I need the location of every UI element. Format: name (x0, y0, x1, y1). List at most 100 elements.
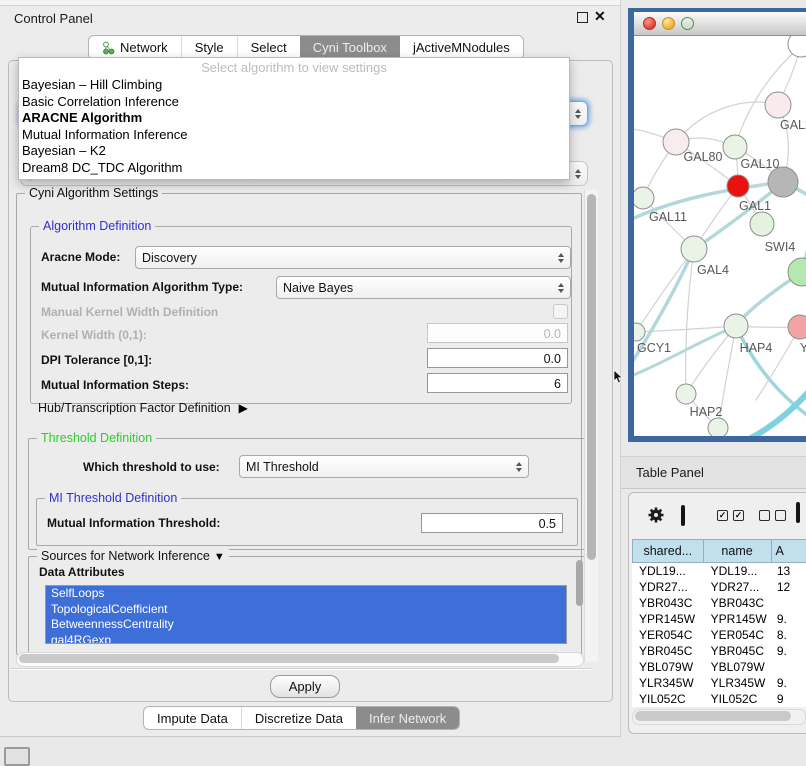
cell-name[interactable]: YLR345W (704, 675, 772, 691)
node-hap2[interactable] (676, 384, 696, 404)
table-row[interactable]: YIL052C YIL052C 9 (632, 691, 806, 707)
tab[interactable]: Network (89, 36, 181, 59)
cell-shared-name[interactable]: YBR045C (632, 643, 704, 659)
mi-threshold-field[interactable]: 0.5 (421, 513, 563, 533)
apply-button[interactable]: Apply (270, 675, 340, 698)
node-gal11[interactable] (634, 187, 654, 209)
aracne-mode-combobox[interactable]: Discovery (135, 246, 571, 269)
network-window-titlebar[interactable] (634, 12, 806, 36)
cell-shared-name[interactable]: YPR145W (632, 611, 704, 627)
hub-definition-toggle[interactable]: Hub/Transcription Factor Definition ▶ (38, 401, 248, 415)
dropdown-item[interactable]: Dream8 DC_TDC Algorithm (19, 160, 569, 177)
node-green-left[interactable] (634, 323, 645, 341)
kernel-width-field[interactable]: 0.0 (427, 323, 568, 343)
deselect-all-checkboxes-icon[interactable] (759, 510, 786, 521)
cell-name[interactable]: YER054C (704, 627, 772, 643)
tab[interactable]: Infer Network (356, 707, 459, 729)
mi-algorithm-type-combobox[interactable]: Naive Bayes (276, 276, 571, 299)
dropdown-item[interactable]: Bayesian – K2 (19, 143, 569, 160)
cell-shared-name[interactable]: YDR27... (632, 579, 704, 595)
cell-value[interactable]: 8. (772, 627, 806, 643)
cell-name[interactable]: YDL19... (704, 563, 772, 579)
network-canvas[interactable]: GAL2GAL80GAL10GAL1GAL11GAL4SWI4GCY1HAP4Y… (634, 36, 806, 436)
close-traffic-light[interactable] (643, 17, 656, 30)
threshold-combobox[interactable]: MI Threshold (239, 455, 529, 478)
cell-name[interactable]: YBL079W (704, 659, 772, 675)
cell-name[interactable]: YBR045C (704, 643, 772, 659)
dropdown-item[interactable]: Basic Correlation Inference (19, 94, 569, 111)
node-gal4[interactable] (681, 236, 707, 262)
tab[interactable]: Cyni Toolbox (300, 36, 400, 59)
dpi-tolerance-field[interactable]: 0.0 (427, 348, 568, 368)
scrollbar-thumb[interactable] (587, 194, 596, 560)
minimize-traffic-light[interactable] (662, 17, 675, 30)
cell-shared-name[interactable]: YBR043C (632, 595, 704, 611)
tab[interactable]: Impute Data (144, 707, 241, 729)
node-gray[interactable] (768, 167, 798, 197)
column-header[interactable]: A (772, 539, 806, 563)
mi-steps-field[interactable]: 6 (427, 373, 568, 393)
node-green-mid[interactable] (750, 212, 774, 236)
table-row[interactable]: YDL19... YDL19... 13 (632, 563, 806, 579)
dropdown-item[interactable]: ARACNE Algorithm (19, 110, 569, 127)
cell-name[interactable]: YBR043C (704, 595, 772, 611)
tab[interactable]: Discretize Data (241, 707, 356, 729)
column-header[interactable]: shared... (632, 539, 704, 563)
cell-value[interactable]: 9. (772, 643, 806, 659)
tab[interactable]: Style (181, 36, 237, 59)
node-top[interactable] (788, 36, 806, 57)
cell-shared-name[interactable]: YIL052C (632, 691, 704, 707)
table-row[interactable]: YPR145W YPR145W 9. (632, 611, 806, 627)
node-gal2[interactable] (765, 92, 791, 118)
node-salmon[interactable] (788, 315, 806, 339)
settings-vertical-scrollbar[interactable] (584, 190, 598, 662)
list-item[interactable]: TopologicalCoefficient (46, 602, 566, 618)
scrollbar-thumb[interactable] (19, 654, 559, 663)
dropdown-item[interactable]: Mutual Information Inference (19, 127, 569, 144)
table-horizontal-scrollbar[interactable] (632, 709, 806, 725)
cell-value[interactable] (772, 595, 806, 611)
cell-value[interactable] (772, 659, 806, 675)
table-row[interactable]: YLR345W YLR345W 9. (632, 675, 806, 691)
cell-value[interactable]: 9. (772, 675, 806, 691)
cell-value[interactable]: 13 (772, 563, 806, 579)
gear-icon[interactable] (647, 506, 665, 529)
minimized-panel-icon[interactable] (4, 747, 30, 766)
tab[interactable]: Select (237, 36, 300, 59)
new-table-icon[interactable] (796, 504, 800, 522)
dropdown-item[interactable]: Bayesian – Hill Climbing (19, 77, 569, 94)
cell-shared-name[interactable]: YER054C (632, 627, 704, 643)
cell-value[interactable]: 9 (772, 691, 806, 707)
close-icon[interactable]: ✕ (594, 8, 606, 24)
table-row[interactable]: YBL079W YBL079W (632, 659, 806, 675)
cell-name[interactable]: YIL052C (704, 691, 772, 707)
cell-shared-name[interactable]: YLR345W (632, 675, 704, 691)
node-gal10[interactable] (723, 135, 747, 159)
node-hap4[interactable] (724, 314, 748, 338)
float-window-icon[interactable] (577, 12, 588, 23)
node-gal1[interactable] (727, 175, 749, 197)
table-row[interactable]: YDR27... YDR27... 12 (632, 579, 806, 595)
table-row[interactable]: YBR043C YBR043C (632, 595, 806, 611)
cell-shared-name[interactable]: YDL19... (632, 563, 704, 579)
list-item[interactable]: gal4RGexp (46, 633, 566, 645)
node-swi4[interactable] (788, 258, 806, 286)
cell-name[interactable]: YDR27... (704, 579, 772, 595)
cell-shared-name[interactable]: YBL079W (632, 659, 704, 675)
columns-icon[interactable] (681, 507, 685, 525)
collapse-down-icon[interactable]: ▼ (214, 551, 225, 563)
scrollbar-thumb[interactable] (635, 711, 791, 721)
list-scrollbar[interactable] (576, 560, 583, 606)
cell-name[interactable]: YPR145W (704, 611, 772, 627)
cell-value[interactable]: 9. (772, 611, 806, 627)
list-item[interactable]: BetweennessCentrality (46, 617, 566, 633)
cell-value[interactable]: 12 (772, 579, 806, 595)
zoom-traffic-light[interactable] (681, 17, 694, 30)
table-row[interactable]: YER054C YER054C 8. (632, 627, 806, 643)
table-row[interactable]: YBR045C YBR045C 9. (632, 643, 806, 659)
tab[interactable]: jActiveMNodules (400, 36, 523, 59)
list-item[interactable]: SelfLoops (46, 586, 566, 602)
select-all-checkboxes-icon[interactable]: ✓ ✓ (717, 510, 744, 521)
column-header[interactable]: name (704, 539, 772, 563)
manual-kernel-checkbox[interactable] (553, 304, 568, 319)
